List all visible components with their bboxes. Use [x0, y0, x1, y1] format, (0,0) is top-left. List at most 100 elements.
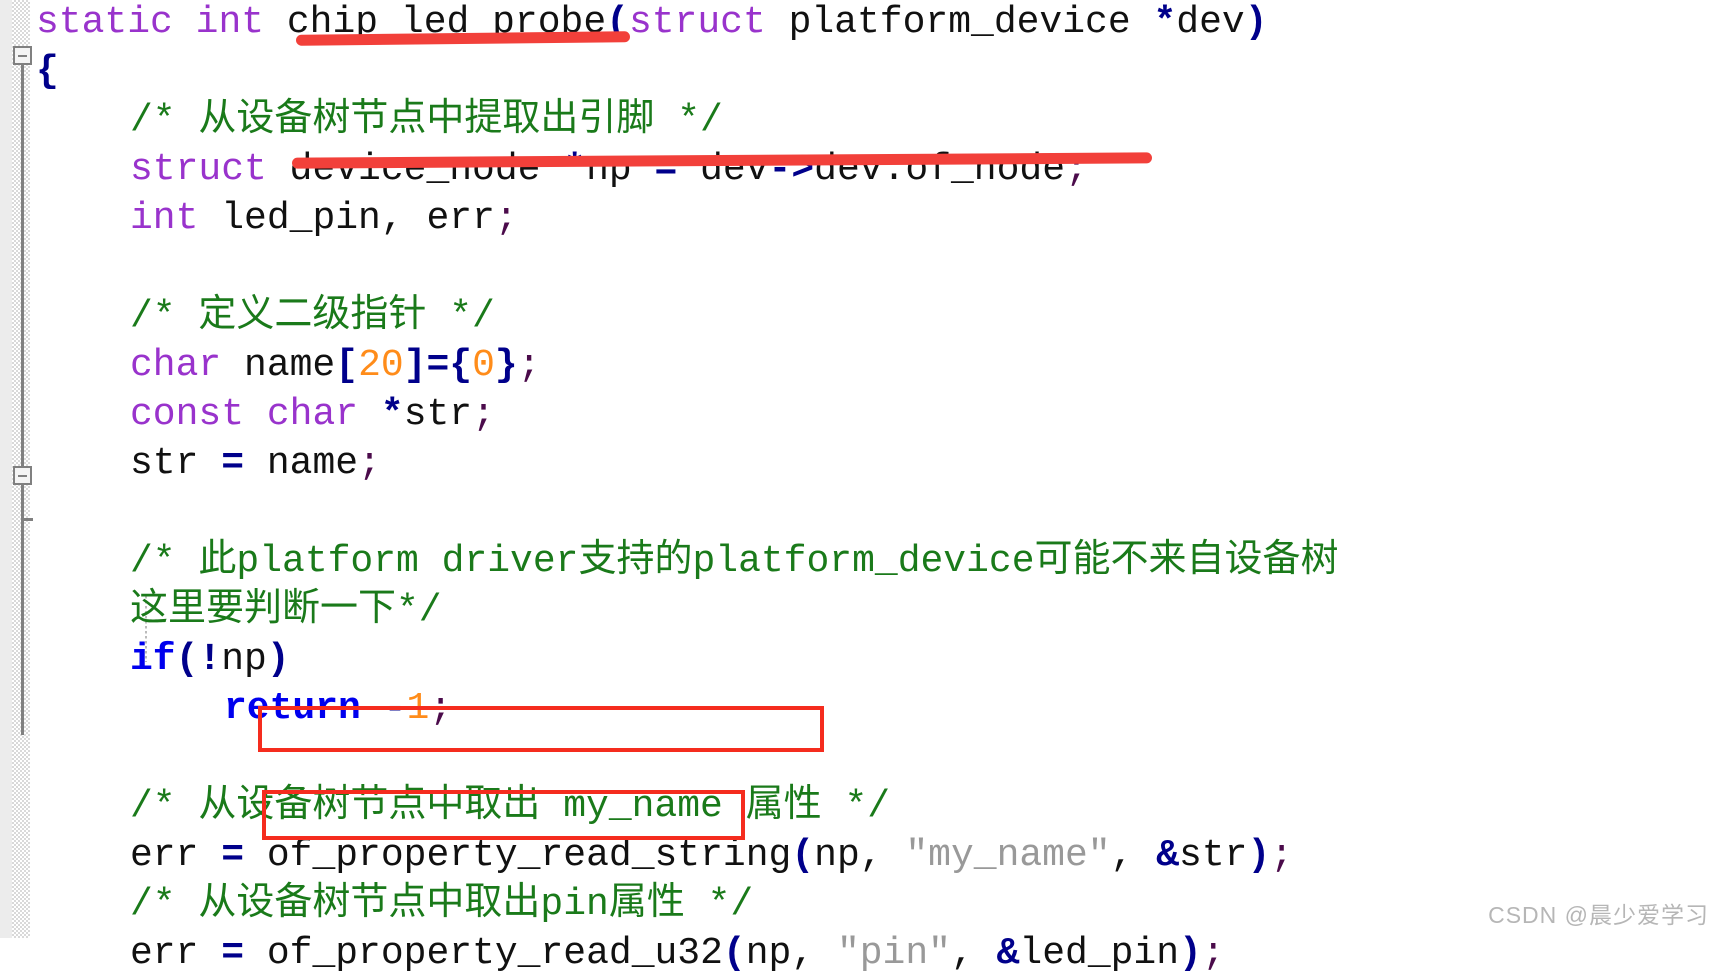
fold-marker-function-body[interactable] [13, 46, 32, 65]
code-line[interactable]: /* 从设备树节点中取出 my_name 属性 */ [130, 782, 890, 831]
code-token: led_pin [1019, 932, 1180, 975]
code-content[interactable]: static int chip_led_probe(struct platfor… [36, 0, 1725, 975]
code-token: /* 从设备树节点中取出pin属性 */ [130, 883, 754, 926]
code-token: = [426, 344, 450, 387]
code-token: const [130, 393, 245, 436]
code-token: * [380, 393, 404, 436]
code-token: = [221, 834, 245, 877]
code-token: - [383, 687, 407, 730]
code-token: static [36, 1, 173, 44]
code-token: 20 [358, 344, 404, 387]
code-token: name [244, 442, 359, 485]
code-line[interactable]: str = name; [130, 439, 381, 488]
code-line[interactable] [130, 733, 153, 782]
fold-line-function [21, 55, 24, 505]
code-token: /* 从设备树节点中取出 my_name 属性 */ [130, 785, 891, 828]
code-line[interactable] [130, 488, 153, 537]
code-token: np, [814, 834, 906, 877]
csdn-watermark: CSDN @晨少爱学习 [1488, 902, 1709, 928]
code-token: np, [745, 932, 837, 975]
code-token: of_property_read_u32 [244, 932, 723, 975]
code-token: ; [1201, 932, 1225, 975]
code-token: { [36, 50, 59, 93]
code-token: ; [472, 393, 495, 436]
code-token: str [130, 442, 222, 485]
code-token: err [130, 834, 222, 877]
code-token: { [449, 344, 473, 387]
fold-marker-comment-block[interactable] [13, 466, 32, 485]
code-line[interactable]: struct device_node *np = dev->dev.of_nod… [130, 145, 1088, 194]
code-token: str [1179, 834, 1248, 877]
code-token: 这里要判断一下*/ [130, 589, 442, 632]
code-token: str [403, 393, 473, 436]
code-token: ) [1247, 834, 1271, 877]
code-editor-window: static int chip_led_probe(struct platfor… [0, 0, 1725, 975]
code-token: , [950, 932, 997, 975]
code-line[interactable]: err = of_property_read_string(np, "my_na… [130, 831, 1293, 880]
code-token: , [1110, 834, 1157, 877]
code-token: * [1153, 1, 1177, 44]
code-token: ! [198, 638, 222, 681]
code-line[interactable]: /* 从设备树节点中提取出引脚 */ [130, 96, 723, 145]
code-line[interactable]: const char *str; [130, 390, 495, 439]
code-token: char [266, 393, 359, 436]
code-token: = [221, 442, 245, 485]
code-token: if [130, 638, 176, 681]
code-line[interactable]: /* 此platform driver支持的platform_device可能不… [130, 537, 1339, 586]
code-line[interactable]: int led_pin, err; [130, 194, 518, 243]
code-line[interactable]: /* 从设备树节点中取出pin属性 */ [130, 880, 753, 929]
code-line[interactable]: err = of_property_read_u32(np, "pin", &l… [130, 929, 1225, 978]
code-line[interactable]: if(!np) [130, 635, 290, 684]
code-token: device_node [266, 148, 564, 191]
code-token: ) [1244, 1, 1268, 44]
code-token: ; [1270, 834, 1294, 877]
code-token: ] [403, 344, 427, 387]
code-token: ; [494, 197, 518, 240]
code-token: struct [130, 148, 267, 191]
code-token: 0 [472, 344, 495, 387]
code-token: struct [628, 1, 766, 44]
code-token: int [195, 1, 265, 44]
fold-line-comment [21, 495, 24, 735]
code-token: ( [175, 638, 199, 681]
code-token: ; [429, 687, 453, 730]
code-token: & [1156, 834, 1180, 877]
code-line[interactable]: /* 定义二级指针 */ [130, 292, 495, 341]
code-line[interactable]: static int chip_led_probe(struct platfor… [36, 0, 1268, 47]
code-token: ( [722, 932, 746, 975]
code-token: dev [1176, 1, 1245, 44]
code-line[interactable]: char name[20]={0}; [130, 341, 541, 390]
code-token: /* 定义二级指针 */ [130, 295, 495, 338]
code-token: char [130, 344, 222, 387]
code-token: = [221, 932, 245, 975]
code-token: ; [517, 344, 541, 387]
code-line[interactable]: { [36, 47, 59, 96]
code-token: } [494, 344, 518, 387]
code-line[interactable] [130, 243, 153, 292]
code-token: ) [266, 638, 290, 681]
code-token: ; [358, 442, 381, 485]
code-token: err [130, 932, 222, 975]
code-token: ) [1179, 932, 1202, 975]
code-token: "pin" [836, 932, 951, 975]
code-token: /* 从设备树节点中提取出引脚 */ [130, 99, 723, 142]
code-token: & [996, 932, 1020, 975]
code-token: ( [791, 834, 815, 877]
code-line[interactable]: return -1; [224, 684, 452, 733]
code-line[interactable]: 这里要判断一下*/ [130, 586, 442, 635]
code-token: led_pin, err [198, 197, 495, 240]
code-token: /* 此platform driver支持的platform_device可能不… [130, 540, 1339, 583]
code-token: int [130, 197, 199, 240]
code-token: [ [335, 344, 359, 387]
code-token: np [586, 148, 655, 191]
code-token: of_property_read_string [244, 834, 792, 877]
code-token: return [224, 687, 361, 730]
fold-tick-comment-end [21, 518, 33, 521]
code-token: * [563, 148, 587, 191]
code-token: platform_device [765, 1, 1154, 44]
